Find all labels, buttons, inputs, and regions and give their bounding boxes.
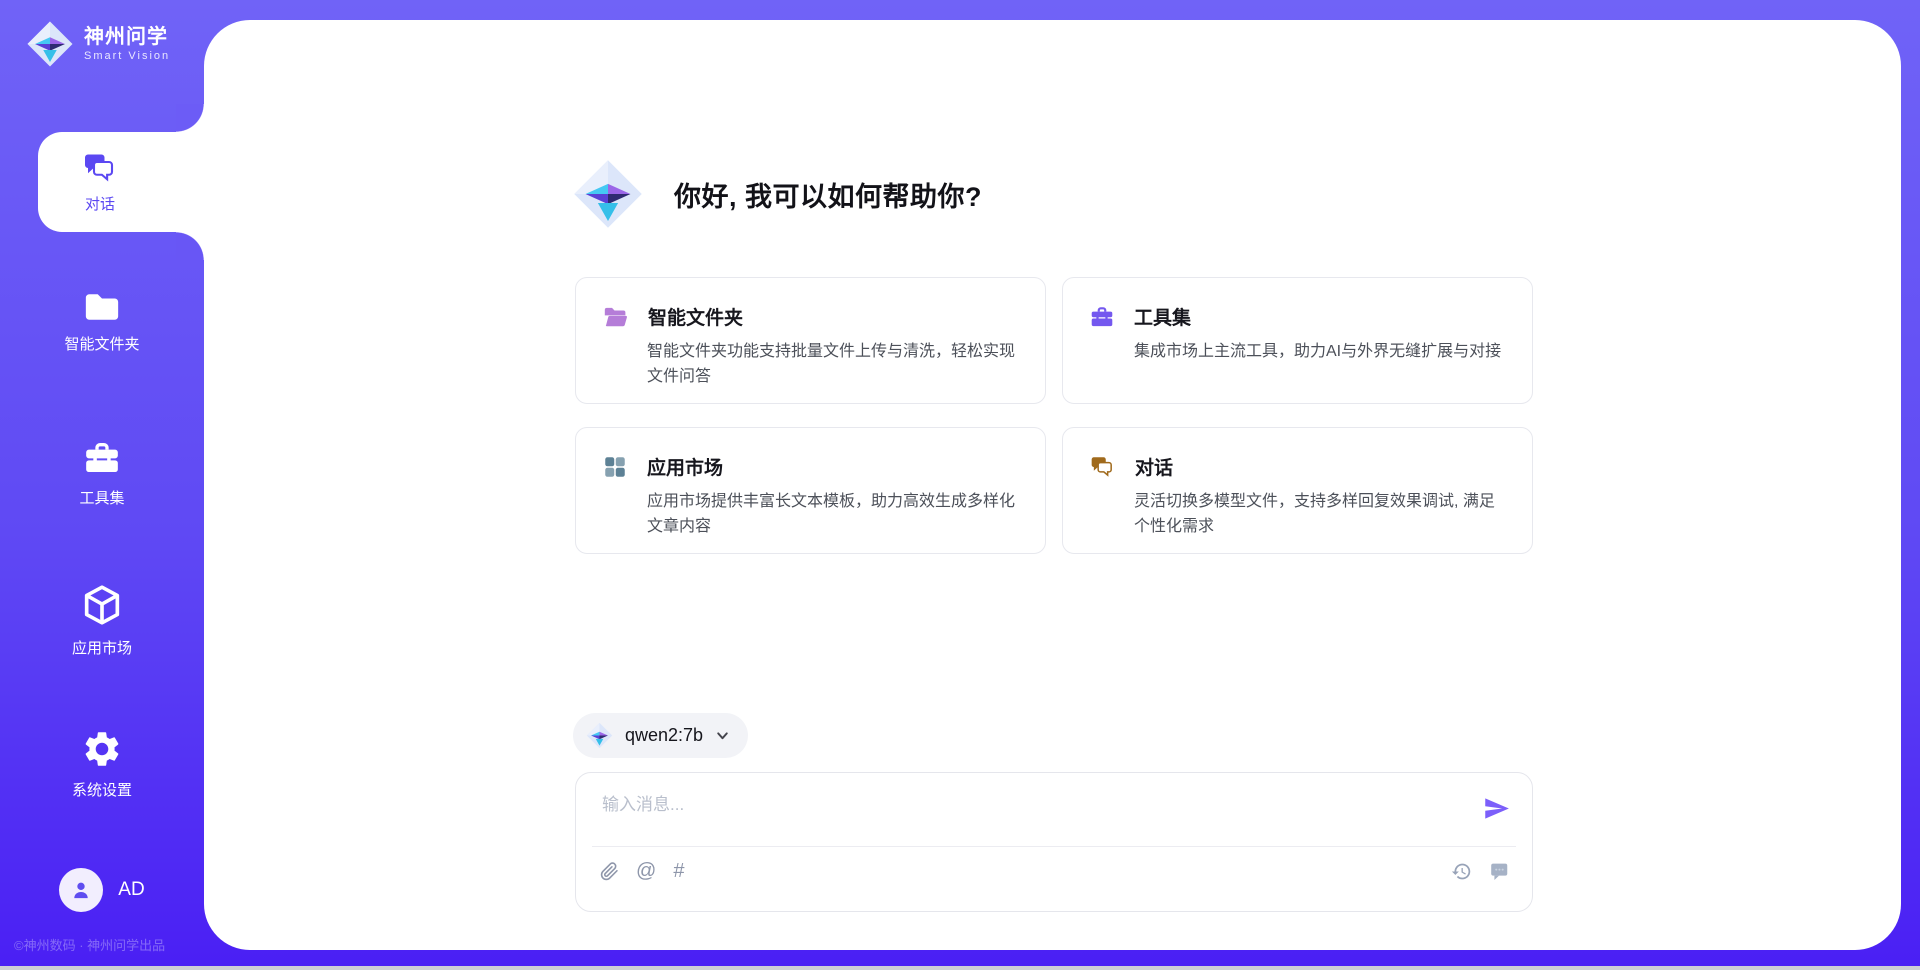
sidebar-item-label: 工具集 [79, 487, 124, 508]
person-icon [68, 877, 94, 903]
user-account[interactable]: AD [0, 868, 204, 912]
card-chat[interactable]: 对话 灵活切换多模型文件，支持多样回复效果调试, 满足个性化需求 [1062, 427, 1533, 554]
chevron-down-icon [715, 728, 730, 743]
sidebar-item-label: 系统设置 [72, 779, 132, 800]
sidebar-item-toolbox[interactable]: 工具集 [0, 438, 204, 508]
card-title: 智能文件夹 [648, 303, 743, 330]
card-title: 应用市场 [647, 453, 723, 480]
card-description: 应用市场提供丰富长文本模板，助力高效生成多样化文章内容 [647, 489, 1019, 539]
card-title: 对话 [1135, 453, 1173, 480]
pill-corner-bottom [176, 232, 204, 260]
topic-icon[interactable]: # [673, 860, 684, 882]
feature-cards: 智能文件夹 智能文件夹功能支持批量文件上传与清洗，轻松实现文件问答 工具集 集成… [575, 277, 1533, 554]
message-input[interactable] [600, 788, 1460, 842]
history-icon [1451, 861, 1472, 882]
card-title: 工具集 [1134, 303, 1191, 330]
avatar [59, 868, 103, 912]
send-button[interactable] [1483, 795, 1510, 825]
app-title: 神州问学 [84, 26, 170, 48]
history-button[interactable] [1451, 861, 1472, 882]
card-toolbox[interactable]: 工具集 集成市场上主流工具，助力AI与外界无缝扩展与对接 [1062, 277, 1533, 404]
card-description: 智能文件夹功能支持批量文件上传与清洗，轻松实现文件问答 [647, 339, 1019, 389]
app-logo-icon [26, 20, 74, 68]
card-smart-folder[interactable]: 智能文件夹 智能文件夹功能支持批量文件上传与清洗，轻松实现文件问答 [575, 277, 1046, 404]
feedback-button[interactable] [1488, 860, 1510, 882]
mention-icon[interactable]: @ [636, 860, 656, 882]
briefcase-icon [81, 438, 123, 478]
pill-corner-top [176, 104, 204, 132]
attach-file-button[interactable] [600, 861, 619, 882]
card-description: 灵活切换多模型文件，支持多样回复效果调试, 满足个性化需求 [1134, 489, 1506, 539]
gear-icon [81, 728, 123, 770]
card-description: 集成市场上主流工具，助力AI与外界无缝扩展与对接 [1134, 339, 1506, 364]
user-name: AD [118, 879, 144, 901]
sidebar-item-smart-folder[interactable]: 智能文件夹 [0, 290, 204, 354]
greeting: 你好, 我可以如何帮助你? [572, 158, 982, 230]
composer-divider [592, 846, 1516, 847]
greeting-text: 你好, 我可以如何帮助你? [674, 175, 982, 214]
sidebar-item-label: 应用市场 [72, 637, 132, 658]
model-name: qwen2:7b [625, 725, 703, 746]
message-composer: @ # [575, 772, 1533, 912]
assistant-logo-icon [572, 158, 644, 230]
chat-bubbles-icon [81, 150, 119, 186]
sidebar-item-label: 对话 [85, 193, 115, 214]
briefcase-icon [1089, 304, 1115, 330]
sidebar-item-app-market[interactable]: 应用市场 [0, 582, 204, 658]
app-brand: 神州问学 Smart Vision [26, 20, 170, 68]
grid-icon [602, 454, 628, 480]
cube-icon [79, 582, 125, 628]
model-logo-icon [586, 722, 613, 749]
chat-bubbles-icon [1089, 454, 1116, 480]
card-app-market[interactable]: 应用市场 应用市场提供丰富长文本模板，助力高效生成多样化文章内容 [575, 427, 1046, 554]
send-icon [1483, 795, 1510, 822]
model-selector[interactable]: qwen2:7b [573, 713, 748, 758]
sidebar-footer: ©神州数码 · 神州问学出品 [14, 935, 165, 954]
folder-icon [81, 290, 123, 324]
sidebar-item-chat[interactable]: 对话 [38, 132, 204, 232]
sidebar-item-label: 智能文件夹 [64, 333, 139, 354]
folder-open-icon [602, 305, 629, 329]
chat-bubble-icon [1488, 860, 1510, 882]
sidebar-item-settings[interactable]: 系统设置 [0, 728, 204, 800]
bottom-edge [0, 966, 1920, 970]
paperclip-icon [600, 861, 619, 882]
sidebar: 神州问学 Smart Vision 对话 智能文件夹 工具集 [0, 0, 204, 970]
app-subtitle: Smart Vision [84, 50, 170, 62]
